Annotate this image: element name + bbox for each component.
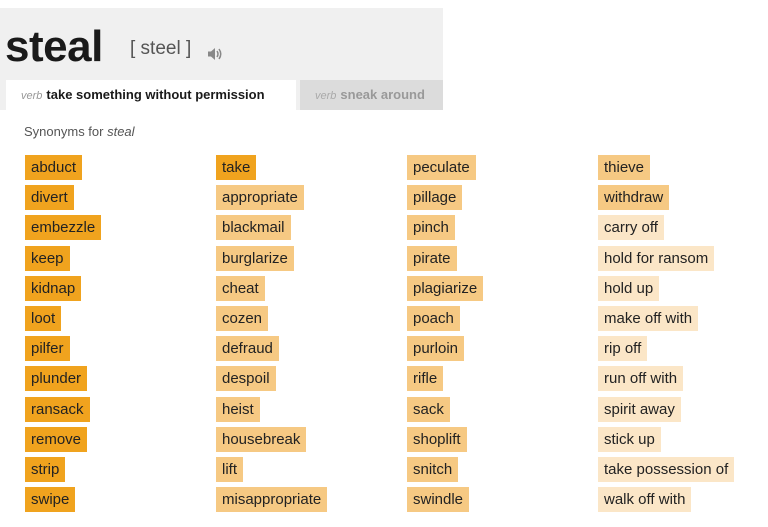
synonym-link[interactable]: blackmail <box>216 215 291 241</box>
synonym-link[interactable]: pinch <box>407 215 455 241</box>
speaker-icon[interactable] <box>206 45 224 63</box>
synonym-link[interactable]: make off with <box>598 305 699 331</box>
synonym-link[interactable]: cozen <box>216 305 269 331</box>
synonym-link[interactable]: take <box>216 155 257 180</box>
synonym-link[interactable]: stick up <box>598 426 661 452</box>
synonym-link[interactable]: loot <box>25 305 62 331</box>
synonym-link[interactable]: swindle <box>407 487 470 513</box>
synonym-link[interactable]: abduct <box>25 155 83 180</box>
synonym-link[interactable]: misappropriate <box>216 487 328 513</box>
synonym-link[interactable]: carry off <box>598 215 664 241</box>
synonym-link[interactable]: spirit away <box>598 396 681 422</box>
tab-pos: verb <box>21 90 43 102</box>
synonym-link[interactable]: thieve <box>598 155 651 180</box>
definition-tabs: verb take something without permission ve… <box>0 80 443 110</box>
synonym-link[interactable]: hold up <box>598 275 660 301</box>
synonym-link[interactable]: plagiarize <box>407 275 484 301</box>
synonym-link[interactable]: defraud <box>216 336 279 362</box>
synonym-link[interactable]: swipe <box>25 487 76 513</box>
synonym-link[interactable]: pilfer <box>25 336 70 362</box>
synonym-link[interactable]: keep <box>25 245 70 271</box>
synonyms-heading-word: steal <box>107 124 135 139</box>
synonym-link[interactable]: run off with <box>598 366 684 392</box>
synonym-link[interactable]: strip <box>25 456 66 482</box>
synonym-link[interactable]: kidnap <box>25 275 82 301</box>
synonym-link[interactable]: burglarize <box>216 245 294 271</box>
synonym-link[interactable]: housebreak <box>216 426 307 452</box>
synonym-link[interactable]: divert <box>25 185 74 211</box>
synonym-link[interactable]: heist <box>216 396 260 422</box>
synonym-column-1: abduct divert embezzle keep kidnap loot pilfer… <box>25 155 102 517</box>
synonym-column-4: thieve withdraw carry off hold for ransom ho… <box>598 155 735 517</box>
synonyms-heading: Synonyms for steal <box>24 124 135 139</box>
synonym-link[interactable]: withdraw <box>598 185 670 211</box>
tab-definition: take something without permission <box>46 87 265 102</box>
synonym-link[interactable]: remove <box>25 426 88 452</box>
synonym-link[interactable]: cheat <box>216 275 265 301</box>
synonym-link[interactable]: despoil <box>216 366 276 392</box>
synonym-link[interactable]: lift <box>216 456 243 482</box>
pronunciation: [ steel ] <box>130 38 192 59</box>
synonym-link[interactable]: walk off with <box>598 487 692 513</box>
synonym-link[interactable]: peculate <box>407 155 476 180</box>
synonym-link[interactable]: purloin <box>407 336 465 362</box>
headword: steal <box>5 22 103 71</box>
synonym-link[interactable]: snitch <box>407 456 459 482</box>
tab-take-something[interactable]: verb take something without permission <box>6 80 296 110</box>
synonym-column-3: peculate pillage pinch pirate plagiarize poac… <box>407 155 484 517</box>
synonym-link[interactable]: rip off <box>598 336 648 362</box>
synonym-link[interactable]: embezzle <box>25 215 102 241</box>
tab-pos: verb <box>315 90 337 102</box>
synonym-link[interactable]: poach <box>407 305 460 331</box>
synonyms-heading-prefix: Synonyms for <box>24 124 108 139</box>
synonym-link[interactable]: ransack <box>25 396 90 422</box>
synonym-link[interactable]: pirate <box>407 245 457 271</box>
tab-sneak-around[interactable]: verb sneak around <box>300 80 443 110</box>
synonym-column-2: take appropriate blackmail burglarize cheat c… <box>216 155 328 517</box>
synonym-link[interactable]: shoplift <box>407 426 467 452</box>
synonym-link[interactable]: sack <box>407 396 450 422</box>
synonym-link[interactable]: hold for ransom <box>598 245 715 271</box>
synonym-link[interactable]: pillage <box>407 185 463 211</box>
synonym-link[interactable]: appropriate <box>216 185 304 211</box>
entry-header: steal [ steel ] <box>0 8 443 80</box>
synonym-link[interactable]: plunder <box>25 366 88 392</box>
synonym-link[interactable]: take possession of <box>598 456 735 482</box>
synonym-link[interactable]: rifle <box>407 366 444 392</box>
tab-definition: sneak around <box>340 87 425 102</box>
